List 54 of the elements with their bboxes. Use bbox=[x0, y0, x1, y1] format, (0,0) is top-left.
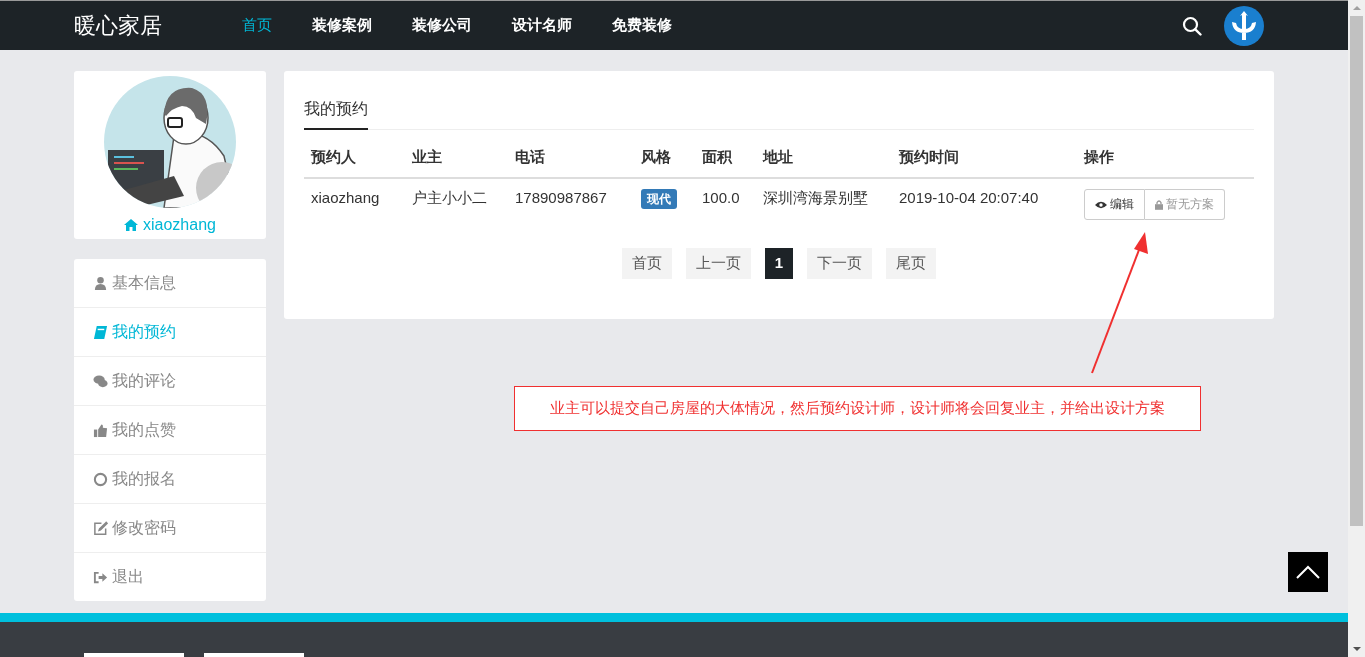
sidebar-menu-item[interactable]: 我的点赞 bbox=[74, 406, 266, 455]
sidebar-menu-item[interactable]: 我的评论 bbox=[74, 357, 266, 406]
search-icon[interactable] bbox=[1182, 15, 1202, 36]
annotation-note: 业主可以提交自己房屋的大体情况，然后预约设计师，设计师将会回复业主，并给出设计方案 bbox=[514, 386, 1201, 431]
column-header: 电话 bbox=[508, 138, 634, 178]
pagination-link[interactable]: 1 bbox=[764, 248, 794, 279]
column-header: 地址 bbox=[756, 138, 892, 178]
table-cell: 户主小小二 bbox=[405, 178, 508, 230]
pagination-link[interactable]: 尾页 bbox=[886, 248, 937, 279]
table-cell: 100.0 bbox=[695, 178, 756, 230]
circle-icon bbox=[93, 471, 108, 487]
thumbs-up-icon bbox=[93, 422, 108, 438]
pagination-link[interactable]: 首页 bbox=[621, 248, 672, 279]
book-icon bbox=[93, 324, 108, 340]
user-avatar-icon[interactable] bbox=[1224, 5, 1264, 46]
table-cell: 2019-10-04 20:07:40 bbox=[892, 178, 1077, 230]
column-header: 预约时间 bbox=[892, 138, 1077, 178]
nav-link[interactable]: 装修公司 bbox=[412, 16, 472, 35]
table-cell: 17890987867 bbox=[508, 178, 634, 230]
nav-link[interactable]: 免费装修 bbox=[612, 16, 672, 35]
nav-link[interactable]: 装修案例 bbox=[312, 16, 372, 35]
action-button[interactable]: 编辑 bbox=[1084, 189, 1145, 220]
sidebar-menu-item[interactable]: 基本信息 bbox=[74, 259, 266, 308]
scroll-down-icon bbox=[1352, 647, 1361, 651]
exit-icon bbox=[93, 569, 108, 585]
scrollbar[interactable] bbox=[1348, 0, 1365, 657]
username: xiaozhang bbox=[143, 216, 216, 234]
column-header: 操作 bbox=[1077, 138, 1254, 178]
sidebar-menu-item[interactable]: 我的报名 bbox=[74, 455, 266, 504]
scrollbar-thumb[interactable] bbox=[1350, 16, 1363, 526]
eye-icon bbox=[1095, 200, 1107, 209]
user-icon bbox=[93, 275, 108, 291]
nav-link[interactable]: 设计名师 bbox=[512, 16, 572, 35]
column-header: 风格 bbox=[634, 138, 695, 178]
style-tag: 现代 bbox=[641, 189, 677, 209]
table-cell: xiaozhang bbox=[304, 178, 405, 230]
column-header: 面积 bbox=[695, 138, 756, 178]
scroll-up-icon bbox=[1352, 6, 1361, 10]
site-logo[interactable]: 暖心家居 bbox=[74, 10, 162, 41]
column-header: 业主 bbox=[405, 138, 508, 178]
sidebar-menu-item[interactable]: 修改密码 bbox=[74, 504, 266, 553]
back-to-top-button[interactable] bbox=[1288, 552, 1328, 592]
column-header: 预约人 bbox=[304, 138, 405, 178]
lock-icon bbox=[1155, 199, 1163, 210]
sidebar-menu-item[interactable]: 退出 bbox=[74, 553, 266, 601]
nav-link[interactable]: 首页 bbox=[242, 16, 272, 35]
pagination-link[interactable]: 上一页 bbox=[685, 248, 751, 279]
pencil-square-icon bbox=[93, 520, 108, 536]
panel-tab[interactable]: 我的预约 bbox=[304, 91, 368, 130]
chevron-up-icon bbox=[1296, 565, 1320, 579]
table-cell: 深圳湾海景别墅 bbox=[756, 178, 892, 230]
pagination-link[interactable]: 下一页 bbox=[807, 248, 873, 279]
home-icon bbox=[124, 219, 138, 231]
chat-icon bbox=[93, 373, 108, 389]
